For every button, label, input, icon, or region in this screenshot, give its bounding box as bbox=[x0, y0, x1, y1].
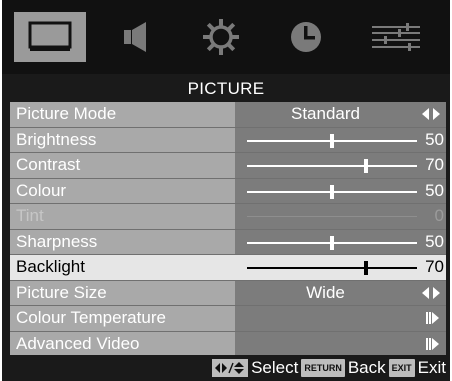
slider-cell[interactable]: 70 bbox=[235, 153, 446, 178]
left-right-arrows-icon bbox=[422, 286, 440, 299]
speaker-icon bbox=[124, 22, 146, 52]
gear-icon bbox=[203, 19, 239, 55]
slider-value: 0 bbox=[434, 206, 444, 225]
menu-row-sharpness[interactable]: Sharpness 50 bbox=[10, 229, 446, 255]
slider-cell[interactable]: 50 bbox=[235, 127, 446, 152]
slider-value: 50 bbox=[425, 180, 444, 200]
slider-knob[interactable] bbox=[330, 184, 334, 199]
left-right-arrows-icon bbox=[422, 108, 440, 120]
row-label: Tint bbox=[10, 204, 235, 229]
option-value: Wide bbox=[306, 282, 345, 302]
picture-menu-osd: PICTURE Picture Mode Standard Brightness… bbox=[2, 0, 450, 381]
menu-row-colour-temperature[interactable]: Colour Temperature bbox=[10, 306, 446, 332]
menu-row-backlight[interactable]: Backlight 70 bbox=[10, 255, 446, 281]
menu-row-picture-mode[interactable]: Picture Mode Standard bbox=[10, 102, 446, 128]
picture-settings-list: Picture Mode Standard Brightness 50 Cont… bbox=[10, 102, 446, 357]
submenu-arrow-icon bbox=[426, 337, 440, 350]
slider-track[interactable] bbox=[247, 159, 417, 173]
row-label: Colour Temperature bbox=[10, 306, 235, 331]
slider-cell[interactable]: 50 bbox=[235, 178, 446, 203]
slider-value: 70 bbox=[425, 155, 444, 174]
submenu-cell[interactable] bbox=[235, 331, 446, 356]
return-key-badge: RETURN bbox=[301, 359, 345, 377]
slider-knob[interactable] bbox=[364, 261, 368, 275]
key-hint-bar: Select RETURN Back EXIT Exit bbox=[2, 355, 450, 381]
sliders-icon bbox=[372, 23, 420, 51]
row-label: Brightness bbox=[10, 127, 235, 152]
tv-screen-icon bbox=[28, 21, 72, 51]
tab-sound[interactable] bbox=[102, 12, 174, 62]
section-title: PICTURE bbox=[187, 79, 265, 98]
tab-options[interactable] bbox=[360, 12, 432, 62]
slider-track bbox=[247, 216, 417, 217]
row-label: Advanced Video bbox=[10, 331, 235, 356]
row-label: Backlight bbox=[10, 255, 235, 280]
slider-track[interactable] bbox=[247, 261, 417, 275]
slider-cell[interactable]: 50 bbox=[235, 229, 446, 254]
slider-knob[interactable] bbox=[330, 235, 334, 250]
slider-track[interactable] bbox=[247, 184, 417, 199]
slider-track[interactable] bbox=[247, 133, 417, 148]
back-hint: Back bbox=[347, 358, 386, 377]
slider-cell: 0 bbox=[235, 204, 446, 229]
slider-knob[interactable] bbox=[330, 133, 334, 148]
row-label: Contrast bbox=[10, 153, 235, 178]
option-value: Standard bbox=[291, 104, 360, 123]
submenu-cell[interactable] bbox=[235, 306, 446, 331]
exit-key-badge: EXIT bbox=[388, 359, 415, 377]
tab-timer[interactable] bbox=[270, 12, 342, 62]
menu-row-contrast[interactable]: Contrast 70 bbox=[10, 153, 446, 179]
option-value-cell[interactable]: Standard bbox=[235, 102, 446, 127]
row-label: Colour bbox=[10, 178, 235, 203]
slider-knob[interactable] bbox=[364, 159, 368, 173]
slider-track[interactable] bbox=[247, 235, 417, 250]
row-label: Picture Size bbox=[10, 280, 235, 305]
menu-row-advanced-video[interactable]: Advanced Video bbox=[10, 331, 446, 357]
navigation-keys-icon bbox=[212, 359, 249, 377]
menu-row-colour[interactable]: Colour 50 bbox=[10, 178, 446, 204]
menu-row-brightness[interactable]: Brightness 50 bbox=[10, 127, 446, 153]
menu-row-picture-size[interactable]: Picture Size Wide bbox=[10, 280, 446, 306]
clock-icon bbox=[291, 22, 321, 52]
exit-hint: Exit bbox=[417, 358, 446, 377]
slider-value: 50 bbox=[425, 129, 444, 149]
slider-value: 70 bbox=[425, 257, 444, 276]
option-value-cell[interactable]: Wide bbox=[235, 280, 446, 305]
slider-cell[interactable]: 70 bbox=[235, 255, 446, 280]
row-label: Picture Mode bbox=[10, 102, 235, 127]
menu-tab-bar bbox=[2, 0, 450, 74]
slider-value: 50 bbox=[425, 231, 444, 251]
row-label: Sharpness bbox=[10, 229, 235, 254]
tab-setup[interactable] bbox=[185, 12, 257, 62]
tab-picture[interactable] bbox=[14, 12, 86, 62]
menu-row-tint: Tint 0 bbox=[10, 204, 446, 230]
select-hint: Select bbox=[251, 358, 299, 377]
submenu-arrow-icon bbox=[426, 312, 440, 324]
